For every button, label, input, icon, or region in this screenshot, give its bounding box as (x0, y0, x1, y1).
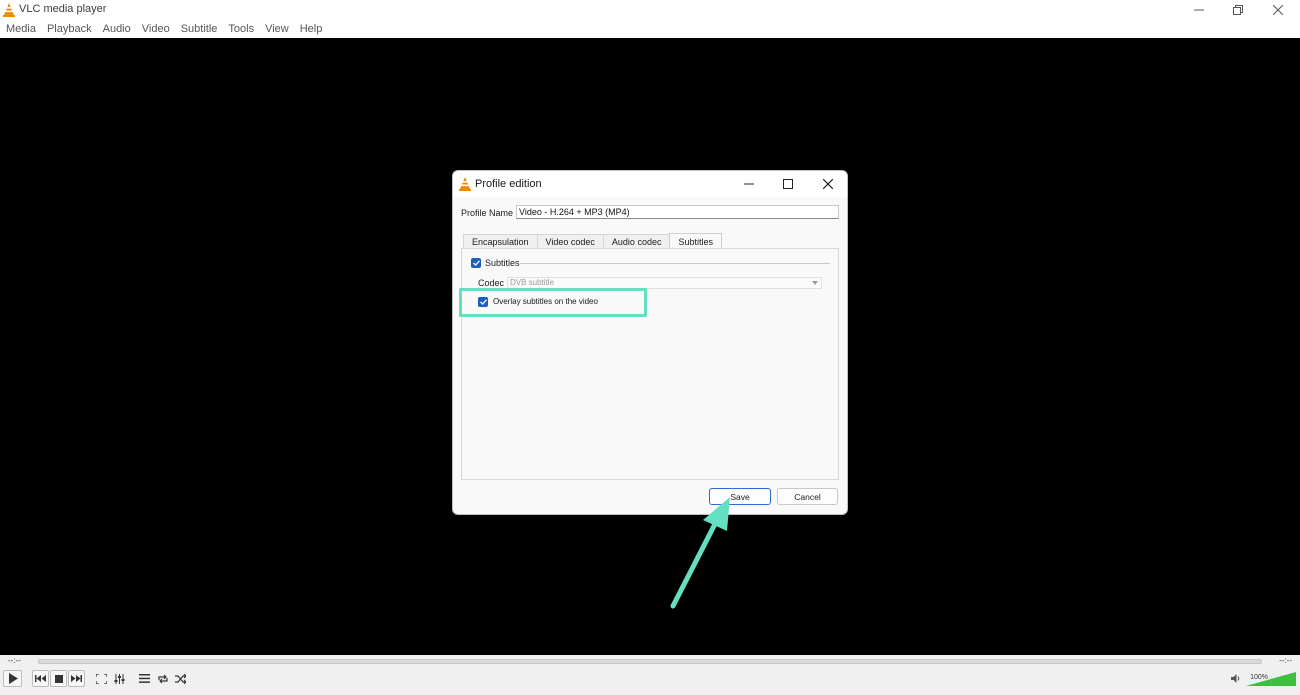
tab-audio-codec[interactable]: Audio codec (602, 234, 671, 249)
profile-name-input[interactable] (516, 205, 839, 219)
stop-button[interactable] (50, 670, 67, 687)
close-icon (823, 179, 833, 189)
menu-audio[interactable]: Audio (103, 23, 131, 35)
dialog-maximize-button[interactable] (773, 174, 803, 194)
extended-settings-button[interactable] (111, 670, 128, 687)
equalizer-icon (114, 673, 125, 684)
menu-subtitle[interactable]: Subtitle (181, 23, 218, 35)
tab-encapsulation[interactable]: Encapsulation (463, 234, 538, 249)
minimize-icon (744, 183, 754, 185)
vlc-cone-icon (459, 177, 471, 191)
subtitles-panel: Subtitles Codec DVB subtitle Overlay sub… (459, 248, 839, 480)
menu-video[interactable]: Video (142, 23, 170, 35)
loop-button[interactable] (154, 670, 171, 687)
previous-icon (35, 675, 46, 682)
next-button[interactable] (68, 670, 85, 687)
menu-view[interactable]: View (265, 23, 289, 35)
fullscreen-button[interactable] (93, 670, 110, 687)
window-title: VLC media player (19, 3, 107, 15)
overlay-subtitles-checkbox[interactable] (478, 297, 488, 307)
fullscreen-icon (96, 673, 107, 684)
speaker-icon (1230, 674, 1239, 683)
save-button[interactable]: Save (709, 488, 771, 505)
menu-media[interactable]: Media (6, 23, 36, 35)
menu-tools[interactable]: Tools (228, 23, 254, 35)
vlc-window: VLC media player Media Playback Audio Vi… (0, 0, 1300, 695)
remaining-time[interactable]: --:-- (1279, 656, 1292, 665)
minimize-button[interactable] (1179, 0, 1219, 20)
menu-playback[interactable]: Playback (47, 23, 92, 35)
playback-controls: 100% (0, 668, 1300, 689)
menu-bar: Media Playback Audio Video Subtitle Tool… (0, 20, 1300, 38)
shuffle-icon (175, 673, 186, 684)
close-button[interactable] (1258, 0, 1298, 20)
codec-label: Codec (478, 278, 505, 288)
playlist-icon (139, 674, 150, 683)
close-icon (1273, 5, 1283, 15)
minimize-icon (1194, 9, 1204, 11)
mute-button[interactable] (1229, 670, 1243, 687)
seek-row: --:-- --:-- (0, 655, 1300, 668)
shuffle-button[interactable] (172, 670, 189, 687)
tab-bar: Encapsulation Video codec Audio codec Su… (463, 233, 722, 249)
playlist-button[interactable] (136, 670, 153, 687)
checkmark-icon (479, 299, 487, 305)
dialog-title: Profile edition (475, 178, 542, 190)
tab-video-codec[interactable]: Video codec (536, 234, 604, 249)
chevron-down-icon (812, 281, 818, 285)
play-icon (8, 673, 18, 684)
stop-icon (54, 674, 63, 683)
title-bar: VLC media player (0, 0, 1300, 20)
menu-help[interactable]: Help (300, 23, 323, 35)
tab-subtitles[interactable]: Subtitles (669, 233, 722, 249)
dialog-title-bar: Profile edition (453, 171, 847, 197)
restore-button[interactable] (1218, 0, 1258, 20)
dialog-close-button[interactable] (813, 174, 843, 194)
subtitles-group-label: Subtitles (485, 258, 520, 268)
group-divider (520, 263, 830, 264)
volume-fill (1246, 672, 1296, 686)
next-icon (71, 675, 82, 682)
overlay-subtitles-label: Overlay subtitles on the video (493, 297, 598, 306)
profile-name-label: Profile Name (461, 208, 514, 218)
profile-edition-dialog: Profile edition Profile Name Encapsulati… (452, 170, 848, 515)
cancel-button[interactable]: Cancel (777, 488, 838, 505)
previous-button[interactable] (32, 670, 49, 687)
subtitles-checkbox[interactable] (471, 258, 481, 268)
vlc-cone-icon (3, 3, 15, 17)
maximize-icon (783, 179, 793, 189)
loop-icon (157, 674, 168, 683)
codec-value: DVB subtitle (510, 278, 555, 287)
status-strip (0, 689, 1300, 695)
play-button[interactable] (3, 670, 22, 687)
volume-slider[interactable] (1246, 672, 1296, 687)
restore-icon (1233, 5, 1243, 15)
checkmark-icon (472, 260, 480, 266)
elapsed-time: --:-- (8, 656, 21, 665)
dialog-minimize-button[interactable] (734, 174, 764, 194)
seek-slider[interactable] (38, 659, 1262, 664)
